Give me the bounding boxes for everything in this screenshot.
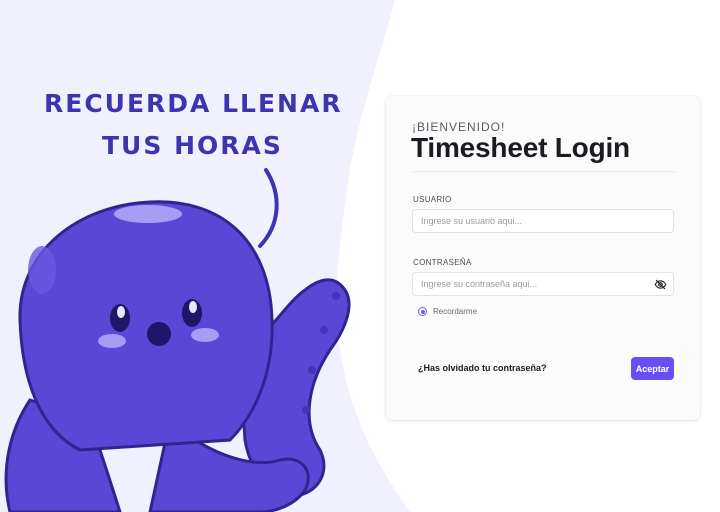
reminder-text-line2: TUS HORAS [102,131,283,160]
submit-button[interactable]: Aceptar [631,357,674,380]
remember-me[interactable]: Recordarme [418,307,477,316]
remember-radio[interactable] [418,307,427,316]
password-input[interactable] [421,273,649,295]
username-input[interactable] [421,210,649,232]
password-label: CONTRASEÑA [413,258,472,267]
remember-label: Recordarme [433,307,478,316]
eye-slash-icon[interactable] [654,278,667,291]
page-title: Timesheet Login [411,132,630,163]
title-divider [412,171,676,172]
username-field-box [412,209,674,233]
forgot-password-link[interactable]: ¿Has olvidado tu contraseña? [418,363,547,373]
username-label: USUARIO [413,195,452,204]
password-field-box [412,272,674,296]
reminder-text-line1: RECUERDA LLENAR [44,89,343,118]
login-card: ¡BIENVENIDO! Timesheet Login USUARIO CON… [386,96,700,420]
